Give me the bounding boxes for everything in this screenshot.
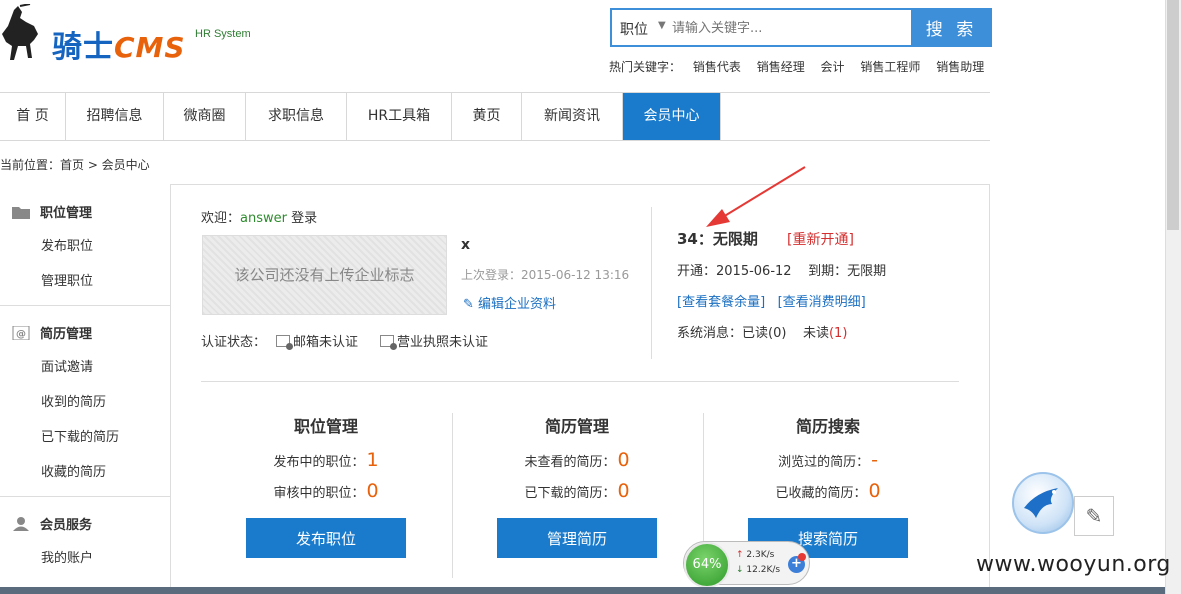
view-balance-link[interactable]: [查看套餐余量] <box>677 295 765 310</box>
stat-card-resume-search: 简历搜索 浏览过的简历： - 已收藏的简历： 0 搜索简历 <box>703 413 953 558</box>
at-icon: @ <box>12 325 30 341</box>
last-login: 上次登录：2015-06-12 13:16 <box>461 268 630 282</box>
user-icon <box>12 517 30 531</box>
sidebar-group-services: 会员服务 <box>12 514 92 533</box>
main-nav: 首 页 招聘信息 微商圈 求职信息 HR工具箱 黄页 新闻资讯 会员中心 <box>0 92 990 141</box>
plan-dates: 开通：2015-06-12 到期：无限期 <box>677 264 887 279</box>
sidebar: 职位管理 发布职位 管理职位 @ 简历管理 面试邀请 收到的简历 已下载的简历 收… <box>0 184 170 594</box>
unread-messages-link[interactable]: 未读(1) <box>803 326 847 341</box>
license-unverified-icon <box>380 335 398 350</box>
hot-keyword-link[interactable]: 销售工程师 <box>860 60 920 74</box>
sidebar-item-manage-jobs[interactable]: 管理职位 <box>41 270 93 289</box>
arrow-up-icon: ↑ <box>736 550 744 560</box>
bird-logo-icon[interactable] <box>1012 472 1074 534</box>
sidebar-item-interviews[interactable]: 面试邀请 <box>41 356 93 375</box>
hot-keyword-link[interactable]: 销售经理 <box>757 60 805 74</box>
stat-title: 职位管理 <box>293 417 358 436</box>
logo-text: 骑士CMS <box>52 30 186 65</box>
download-speed: ↓ 12.2K/s <box>736 565 781 575</box>
svg-text:@: @ <box>16 329 26 340</box>
sidebar-group-resumes: @ 简历管理 <box>12 323 92 342</box>
stat-row: 已下载的简历： 0 <box>524 480 630 502</box>
sidebar-divider <box>0 305 170 306</box>
taskbar <box>0 587 1165 594</box>
search-button[interactable]: 搜 索 <box>911 8 992 47</box>
notification-dot <box>798 553 806 561</box>
horizontal-divider <box>201 381 959 382</box>
sidebar-divider <box>0 496 170 497</box>
edit-company-link[interactable]: ✎ 编辑企业资料 <box>463 293 556 312</box>
hot-keyword-link[interactable]: 销售代表 <box>693 60 741 74</box>
plan-links: [查看套餐余量] [查看消费明细] <box>677 291 866 310</box>
hot-keywords-label: 热门关键字： <box>609 60 682 74</box>
nav-item-hr-tools[interactable]: HR工具箱 <box>347 93 452 140</box>
edit-pencil-icon[interactable]: ✎ <box>1074 496 1114 536</box>
read-messages-link[interactable]: 已读(0) <box>742 326 786 341</box>
nav-item-resumes[interactable]: 求职信息 <box>246 93 347 140</box>
hot-keyword-link[interactable]: 销售助理 <box>936 60 984 74</box>
member-panel: 欢迎：answer 登录 该公司还没有上传企业标志 x 上次登录：2015-06… <box>170 184 990 594</box>
sidebar-item-received-resumes[interactable]: 收到的简历 <box>41 391 106 410</box>
search-type-select[interactable]: 职位 <box>620 19 648 39</box>
sidebar-item-favorite-resumes[interactable]: 收藏的简历 <box>41 461 106 480</box>
nav-item-jobs[interactable]: 招聘信息 <box>66 93 164 140</box>
memory-usage-gauge: 64% <box>684 542 730 588</box>
network-speed-widget[interactable]: 64% ↑ 2.3K/s ↓ 12.2K/s + <box>683 541 810 588</box>
watermark: www.wooyun.org <box>976 552 1171 577</box>
welcome-text: 欢迎：answer 登录 <box>201 211 318 226</box>
stat-card-resumes: 简历管理 未查看的简历： 0 已下载的简历： 0 管理简历 <box>452 413 702 558</box>
stat-row: 审核中的职位： 0 <box>273 480 379 502</box>
reopen-link[interactable]: [重新开通] <box>787 229 854 249</box>
folder-icon <box>12 205 30 219</box>
company-logo-placeholder[interactable]: 该公司还没有上传企业标志 <box>202 235 447 315</box>
arrow-down-icon: ↓ <box>736 565 744 575</box>
search-input[interactable] <box>672 15 907 41</box>
stat-row: 已收藏的简历： 0 <box>775 480 881 502</box>
sidebar-item-downloaded-resumes[interactable]: 已下载的简历 <box>41 426 119 445</box>
hot-keyword-link[interactable]: 会计 <box>821 60 845 74</box>
knight-logo-icon <box>2 4 38 60</box>
search-bar: 职位 ▼ 搜 索 <box>610 8 992 47</box>
sidebar-item-my-account[interactable]: 我的账户 <box>41 547 93 566</box>
caret-down-icon[interactable]: ▼ <box>658 20 666 31</box>
view-consumption-link[interactable]: [查看消费明细] <box>778 295 866 310</box>
stat-title: 简历搜索 <box>795 417 860 436</box>
nav-item-home[interactable]: 首 页 <box>0 93 66 140</box>
pencil-icon: ✎ <box>463 297 474 312</box>
hot-keywords: 热门关键字： 销售代表 销售经理 会计 销售工程师 销售助理 <box>609 58 996 75</box>
stat-card-jobs: 职位管理 发布中的职位： 1 审核中的职位： 0 发布职位 <box>201 413 451 558</box>
plan-title: 34：无限期 <box>677 230 758 248</box>
company-name: x <box>461 237 471 253</box>
stat-row: 发布中的职位： 1 <box>273 449 379 471</box>
nav-item-yellow-pages[interactable]: 黄页 <box>452 93 522 140</box>
auth-status: 认证状态： 邮箱未认证 营业执照未认证 <box>201 335 489 350</box>
stat-row: 浏览过的简历： - <box>778 449 878 471</box>
username: answer <box>240 211 287 226</box>
auth-license-status[interactable]: 营业执照未认证 <box>397 335 488 350</box>
nav-item-news[interactable]: 新闻资讯 <box>522 93 623 140</box>
vertical-divider <box>651 207 652 359</box>
scrollbar-thumb[interactable] <box>1167 0 1179 230</box>
nav-item-business-circle[interactable]: 微商圈 <box>164 93 246 140</box>
upload-speed: ↑ 2.3K/s <box>736 550 775 560</box>
auth-email-status[interactable]: 邮箱未认证 <box>293 335 358 350</box>
nav-item-member-center[interactable]: 会员中心 <box>623 93 721 140</box>
post-job-button[interactable]: 发布职位 <box>246 518 406 558</box>
email-unverified-icon <box>276 335 294 350</box>
stat-row: 未查看的简历： 0 <box>524 449 630 471</box>
system-messages: 系统消息：已读(0) 未读(1) <box>677 326 848 341</box>
manage-resumes-button[interactable]: 管理简历 <box>497 518 657 558</box>
breadcrumb: 当前位置：首页 > 会员中心 <box>0 158 150 172</box>
stat-title: 简历管理 <box>544 417 609 436</box>
sidebar-group-jobs: 职位管理 <box>12 202 92 221</box>
logo-subtitle: HR System <box>195 28 251 40</box>
sidebar-item-post-job[interactable]: 发布职位 <box>41 235 93 254</box>
annotation-arrow-icon <box>706 166 806 227</box>
